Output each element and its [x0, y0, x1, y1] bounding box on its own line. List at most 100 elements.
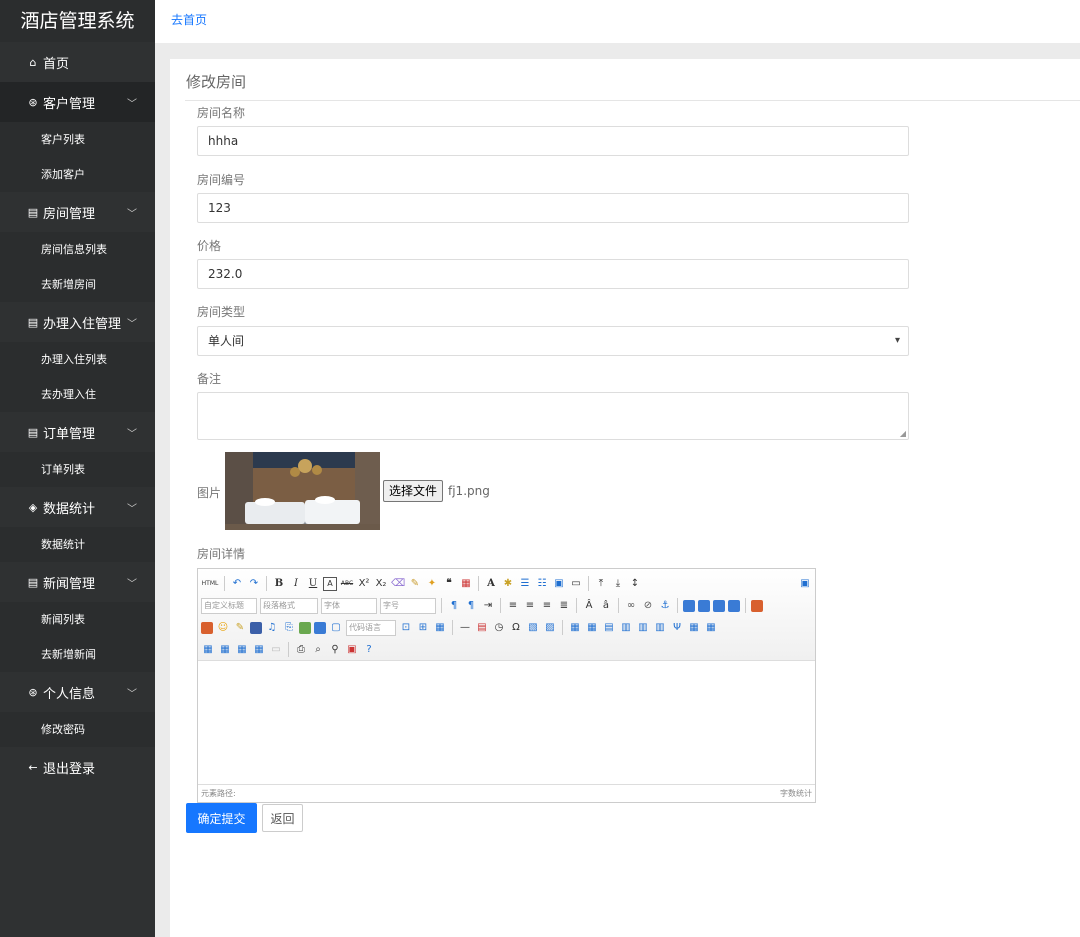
nav-logout[interactable]: ← 退出登录 — [0, 747, 155, 787]
nav-item-news-list[interactable]: 新闻列表 — [0, 602, 155, 637]
nav-item-add-room[interactable]: 去新增房间 — [0, 267, 155, 302]
font-border-icon[interactable]: A — [323, 576, 337, 591]
row-spacing-top-icon[interactable]: ⤒ — [594, 577, 608, 591]
italic-icon[interactable]: I — [289, 577, 303, 591]
anchor-icon[interactable]: ⚓ — [658, 599, 672, 613]
nav-group-news[interactable]: ▤ 新闻管理 ﹀ — [0, 562, 155, 602]
split-rows-icon[interactable]: ▦ — [235, 643, 249, 657]
bold-icon[interactable]: B — [272, 577, 286, 591]
delete-table-icon[interactable]: ▦ — [585, 621, 599, 635]
ltr-icon[interactable]: ¶ — [447, 599, 461, 613]
uppercase-icon[interactable]: Â — [582, 599, 596, 613]
insert-col-icon[interactable]: ▥ — [653, 621, 667, 635]
nav-group-orders[interactable]: ▤ 订单管理 ﹀ — [0, 412, 155, 452]
date-icon[interactable]: ▤ — [475, 621, 489, 635]
line-height-icon[interactable]: ↕ — [628, 577, 642, 591]
paste-plain-icon[interactable]: ▦ — [459, 577, 473, 591]
scrawl-icon[interactable]: ✎ — [233, 621, 247, 635]
eraser-icon[interactable]: ⌫ — [391, 577, 405, 591]
back-button[interactable]: 返回 — [262, 804, 303, 832]
remark-textarea[interactable]: ◢ — [197, 392, 909, 440]
drafts-icon[interactable]: ▣ — [345, 643, 359, 657]
nav-group-rooms[interactable]: ▤ 房间管理 ﹀ — [0, 192, 155, 232]
code-language-select[interactable]: 代码语言 — [346, 619, 396, 636]
image-float-none-icon[interactable] — [683, 599, 695, 612]
room-name-input[interactable]: hhha — [197, 126, 909, 156]
nav-item-statistics[interactable]: 数据统计 — [0, 527, 155, 562]
select-all-icon[interactable]: ▣ — [552, 577, 566, 591]
nav-item-add-news[interactable]: 去新增新闻 — [0, 637, 155, 672]
nav-item-room-list[interactable]: 房间信息列表 — [0, 232, 155, 267]
delete-col-icon[interactable]: Ψ — [670, 621, 684, 635]
html-source-icon[interactable]: HTML — [201, 577, 219, 591]
nav-item-add-customer[interactable]: 添加客户 — [0, 157, 155, 192]
nav-item-change-password[interactable]: 修改密码 — [0, 712, 155, 747]
split-cells-icon[interactable]: ▦ — [218, 643, 232, 657]
map-icon[interactable] — [299, 621, 311, 634]
font-size-select[interactable]: 字号 — [380, 597, 436, 614]
word-image-icon[interactable]: ▧ — [526, 621, 540, 635]
nav-group-profile[interactable]: ⊛ 个人信息 ﹀ — [0, 672, 155, 712]
unlink-icon[interactable]: ⊘ — [641, 599, 655, 613]
price-input[interactable]: 232.0 — [197, 259, 909, 289]
search-icon[interactable]: ⚲ — [328, 643, 342, 657]
nav-group-statistics[interactable]: ◈ 数据统计 ﹀ — [0, 487, 155, 527]
font-color-icon[interactable]: A — [484, 577, 498, 591]
nav-item-do-checkin[interactable]: 去办理入住 — [0, 377, 155, 412]
editor-content-area[interactable] — [198, 661, 815, 755]
link-icon[interactable]: ∞ — [624, 599, 638, 613]
custom-title-select[interactable]: 自定义标题 — [201, 597, 257, 614]
align-right-icon[interactable]: ≡ — [540, 599, 554, 613]
row-spacing-bottom-icon[interactable]: ⤓ — [611, 577, 625, 591]
nav-item-order-list[interactable]: 订单列表 — [0, 452, 155, 487]
split-cols-icon[interactable]: ▦ — [252, 643, 266, 657]
attachment-icon[interactable]: ⎘ — [282, 621, 296, 635]
blockquote-icon[interactable]: ❝ — [442, 577, 456, 591]
justify-icon[interactable]: ≣ — [557, 599, 571, 613]
room-type-select[interactable]: 单人间 ▾ — [197, 326, 909, 356]
unordered-list-icon[interactable]: ☷ — [535, 577, 549, 591]
redo-icon[interactable]: ↷ — [247, 577, 261, 591]
special-chars-icon[interactable]: Ω — [509, 621, 523, 635]
chart-icon[interactable]: ▭ — [269, 643, 283, 657]
gmap-icon[interactable] — [314, 621, 326, 634]
page-break-icon[interactable]: ⊡ — [399, 621, 413, 635]
paragraph-format-select[interactable]: 段落格式 — [260, 597, 318, 614]
indent-icon[interactable]: ⇥ — [481, 599, 495, 613]
breadcrumb-home-link[interactable]: 去首页 — [171, 11, 207, 28]
emotion-icon[interactable]: ☺ — [216, 621, 230, 635]
image-right-icon[interactable] — [713, 599, 725, 612]
nav-group-checkin[interactable]: ▤ 办理入住管理 ﹀ — [0, 302, 155, 342]
nav-item-checkin-list[interactable]: 办理入住列表 — [0, 342, 155, 377]
preview-icon[interactable]: ⌕ — [311, 643, 325, 657]
nav-home[interactable]: ⌂ 首页 — [0, 42, 155, 82]
clear-doc-icon[interactable]: ▭ — [569, 577, 583, 591]
strikethrough-icon[interactable]: ABC — [340, 577, 354, 591]
insert-row-icon[interactable]: ▥ — [619, 621, 633, 635]
insert-video-icon[interactable] — [250, 621, 262, 634]
underline-icon[interactable]: U — [306, 577, 320, 591]
horizontal-rule-icon[interactable]: — — [458, 621, 472, 635]
merge-right-icon[interactable]: ▦ — [704, 621, 718, 635]
image-left-icon[interactable] — [698, 599, 710, 612]
time-icon[interactable]: ◷ — [492, 621, 506, 635]
merge-cells-icon[interactable]: ▦ — [687, 621, 701, 635]
rtl-icon[interactable]: ¶ — [464, 599, 478, 613]
room-number-input[interactable]: 123 — [197, 193, 909, 223]
template-icon[interactable]: ⊞ — [416, 621, 430, 635]
submit-button[interactable]: 确定提交 — [186, 803, 257, 833]
subscript-icon[interactable]: X₂ — [374, 577, 388, 591]
search-replace-icon[interactable]: ▨ — [543, 621, 557, 635]
insert-table-icon[interactable]: ▦ — [568, 621, 582, 635]
insert-frame-icon[interactable]: ▢ — [329, 621, 343, 635]
insert-image-icon[interactable] — [201, 621, 213, 634]
merge-down-icon[interactable]: ▦ — [201, 643, 215, 657]
choose-file-button[interactable]: 选择文件 — [383, 480, 444, 502]
nav-item-customer-list[interactable]: 客户列表 — [0, 122, 155, 157]
music-icon[interactable]: ♫ — [265, 621, 279, 635]
format-brush-icon[interactable]: ✎ — [408, 577, 422, 591]
help-icon[interactable]: ? — [362, 643, 376, 657]
image-center-icon[interactable] — [728, 599, 740, 612]
superscript-icon[interactable]: X² — [357, 577, 371, 591]
fullscreen-icon[interactable]: ▣ — [798, 577, 812, 591]
